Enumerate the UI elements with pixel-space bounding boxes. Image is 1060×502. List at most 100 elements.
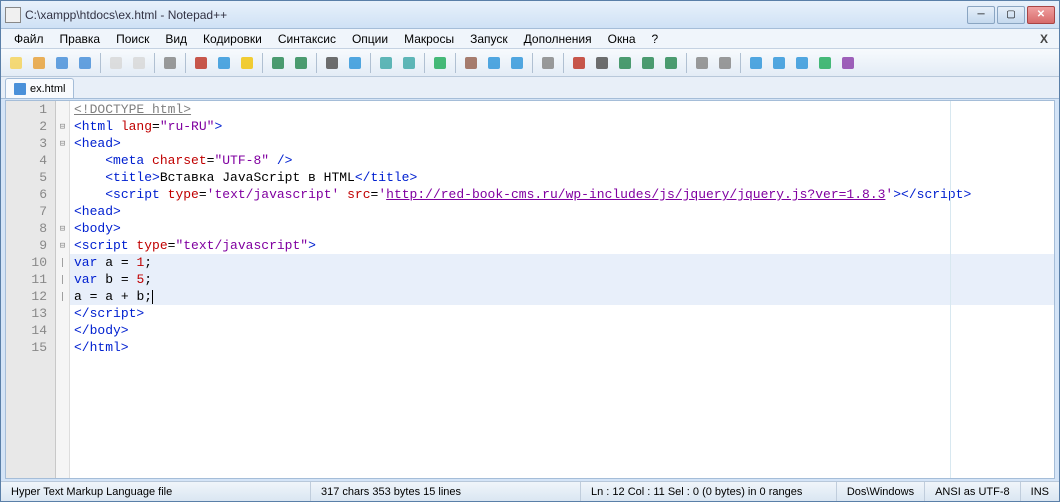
find-icon <box>324 55 340 71</box>
fold-marker <box>56 101 69 118</box>
indent-guide-button[interactable] <box>506 52 528 74</box>
bookmark-button[interactable] <box>791 52 813 74</box>
fold-marker[interactable]: | <box>56 254 69 271</box>
close-all-button[interactable] <box>128 52 150 74</box>
maximize-button[interactable]: ▢ <box>997 6 1025 24</box>
undo-button[interactable] <box>267 52 289 74</box>
code-line[interactable]: a = a + b; <box>70 288 1054 305</box>
code-line[interactable]: <meta charset="UTF-8" /> <box>70 152 1054 169</box>
redo-button[interactable] <box>290 52 312 74</box>
toolbar <box>1 49 1059 77</box>
copy-button[interactable] <box>213 52 235 74</box>
new-file-icon <box>8 55 24 71</box>
code-line[interactable]: </html> <box>70 339 1054 356</box>
fast-forward-button[interactable] <box>660 52 682 74</box>
file-tab[interactable]: ex.html <box>5 78 74 98</box>
menu-вид[interactable]: Вид <box>158 30 194 48</box>
zoom-in-button[interactable] <box>375 52 397 74</box>
menu-поиск[interactable]: Поиск <box>109 30 156 48</box>
up-icon <box>748 55 764 71</box>
titlebar[interactable]: C:\xampp\htdocs\ex.html - Notepad++ ─ ▢ … <box>1 1 1059 29</box>
menu-дополнения[interactable]: Дополнения <box>517 30 599 48</box>
zoom-in-icon <box>378 55 394 71</box>
wrap-button[interactable] <box>460 52 482 74</box>
fold-marker[interactable]: ⊟ <box>56 237 69 254</box>
menu-правка[interactable]: Правка <box>53 30 108 48</box>
language-button[interactable] <box>537 52 559 74</box>
menu-?[interactable]: ? <box>645 30 666 48</box>
fold-marker[interactable]: | <box>56 271 69 288</box>
zoom-out-button[interactable] <box>398 52 420 74</box>
code-line[interactable]: <head> <box>70 135 1054 152</box>
stop-button[interactable] <box>591 52 613 74</box>
cut-button[interactable] <box>190 52 212 74</box>
menu-опции[interactable]: Опции <box>345 30 395 48</box>
code-area[interactable]: <!DOCTYPE html><html lang="ru-RU"><head>… <box>70 101 1054 478</box>
separator <box>424 53 425 73</box>
code-line[interactable]: <body> <box>70 220 1054 237</box>
up-button[interactable] <box>745 52 767 74</box>
code-line[interactable]: <script type='text/javascript' src='http… <box>70 186 1054 203</box>
fold-marker <box>56 186 69 203</box>
replace-button[interactable] <box>344 52 366 74</box>
menu-файл[interactable]: Файл <box>7 30 51 48</box>
code-line[interactable]: <!DOCTYPE html> <box>70 101 1054 118</box>
menu-окна[interactable]: Окна <box>601 30 643 48</box>
down-icon <box>771 55 787 71</box>
fold-marker[interactable]: | <box>56 288 69 305</box>
record-button[interactable] <box>568 52 590 74</box>
status-encoding[interactable]: ANSI as UTF-8 <box>925 482 1021 501</box>
play-icon <box>617 55 633 71</box>
code-line[interactable]: <html lang="ru-RU"> <box>70 118 1054 135</box>
toggle-1-button[interactable] <box>691 52 713 74</box>
toggle-2-button[interactable] <box>714 52 736 74</box>
code-line[interactable]: </script> <box>70 305 1054 322</box>
text-cursor <box>152 290 153 304</box>
fold-marker[interactable]: ⊟ <box>56 135 69 152</box>
line-number: 7 <box>6 203 55 220</box>
new-file-button[interactable] <box>5 52 27 74</box>
play-button[interactable] <box>614 52 636 74</box>
line-number: 12 <box>6 288 55 305</box>
save-all-button[interactable] <box>74 52 96 74</box>
menu-кодировки[interactable]: Кодировки <box>196 30 269 48</box>
line-number-gutter: 123456789101112131415 <box>6 101 56 478</box>
down-button[interactable] <box>768 52 790 74</box>
code-line[interactable]: <head> <box>70 203 1054 220</box>
status-eol[interactable]: Dos\Windows <box>837 482 925 501</box>
fold-gutter: ⊟⊟⊟⊟||| <box>56 101 70 478</box>
open-file-button[interactable] <box>28 52 50 74</box>
show-all-button[interactable] <box>483 52 505 74</box>
spell-check-button[interactable] <box>837 52 859 74</box>
menu-запуск[interactable]: Запуск <box>463 30 515 48</box>
save-file-icon <box>54 55 70 71</box>
paste-button[interactable] <box>236 52 258 74</box>
close-button[interactable]: ✕ <box>1027 6 1055 24</box>
find-button[interactable] <box>321 52 343 74</box>
sync-button[interactable] <box>429 52 451 74</box>
close-file-button[interactable] <box>105 52 127 74</box>
menu-синтаксис[interactable]: Синтаксис <box>271 30 343 48</box>
close-file-icon <box>108 55 124 71</box>
code-line[interactable]: var a = 1; <box>70 254 1054 271</box>
menu-макросы[interactable]: Макросы <box>397 30 461 48</box>
play-multi-icon <box>640 55 656 71</box>
status-mode[interactable]: INS <box>1021 482 1059 501</box>
fold-marker[interactable]: ⊟ <box>56 220 69 237</box>
marker-button[interactable] <box>814 52 836 74</box>
paste-icon <box>239 55 255 71</box>
code-line[interactable]: var b = 5; <box>70 271 1054 288</box>
show-all-icon <box>486 55 502 71</box>
fold-marker[interactable]: ⊟ <box>56 118 69 135</box>
minimize-button[interactable]: ─ <box>967 6 995 24</box>
code-line[interactable]: <title>Вставка JavaScript в HTML</title> <box>70 169 1054 186</box>
code-line[interactable]: <script type="text/javascript"> <box>70 237 1054 254</box>
menubar: ФайлПравкаПоискВидКодировкиСинтаксисОпци… <box>1 29 1059 49</box>
print-button[interactable] <box>159 52 181 74</box>
play-multi-button[interactable] <box>637 52 659 74</box>
copy-icon <box>216 55 232 71</box>
save-file-button[interactable] <box>51 52 73 74</box>
code-line[interactable]: </body> <box>70 322 1054 339</box>
menu-close-doc[interactable]: X <box>1035 31 1053 47</box>
app-icon <box>5 7 21 23</box>
